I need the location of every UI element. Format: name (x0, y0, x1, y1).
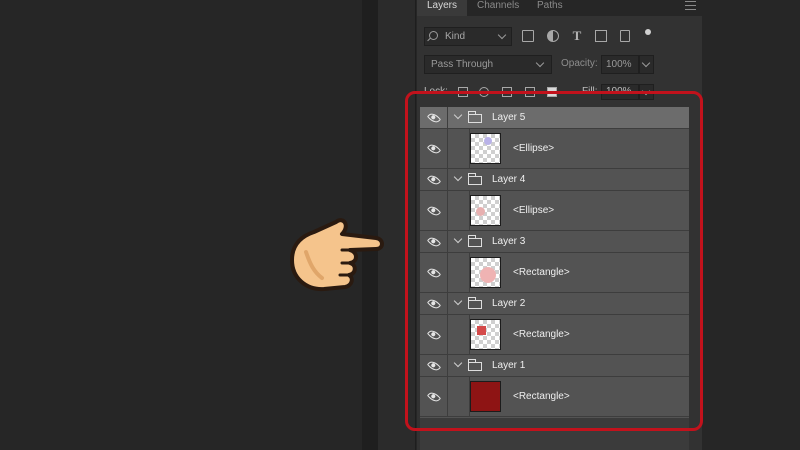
opacity-dropdown[interactable] (639, 55, 654, 74)
blend-mode-select[interactable]: Pass Through (424, 55, 552, 74)
filter-toggle-icon[interactable] (645, 29, 651, 35)
opacity-label: Opacity: (561, 58, 598, 69)
layer-filter-row: Kind T (417, 26, 702, 48)
opacity-field[interactable]: 100% (601, 55, 639, 74)
chevron-down-icon (641, 58, 651, 68)
type-filter-icon[interactable]: T (571, 29, 583, 42)
search-icon (429, 31, 438, 40)
pointing-hand-icon (290, 218, 384, 292)
tab-paths[interactable]: Paths (527, 0, 573, 16)
adjustment-filter-icon[interactable] (547, 30, 559, 42)
shape-filter-icon[interactable] (595, 30, 607, 42)
panel-tab-bar: Layers Channels Paths (417, 0, 702, 16)
tab-channels[interactable]: Channels (467, 0, 529, 16)
tab-layers[interactable]: Layers (417, 0, 468, 16)
blend-row: Pass Through Opacity: 100% (417, 54, 702, 76)
panel-menu-icon[interactable] (685, 1, 696, 10)
filter-kind-select[interactable]: Kind (424, 27, 512, 46)
chevron-down-icon (497, 30, 507, 40)
smart-object-filter-icon[interactable] (620, 30, 630, 42)
image-filter-icon[interactable] (522, 30, 534, 42)
highlight-box (405, 91, 703, 431)
blend-mode-value: Pass Through (431, 59, 494, 70)
workspace-edge (702, 0, 800, 450)
chevron-down-icon (535, 58, 545, 68)
filter-kind-label: Kind (445, 31, 466, 42)
